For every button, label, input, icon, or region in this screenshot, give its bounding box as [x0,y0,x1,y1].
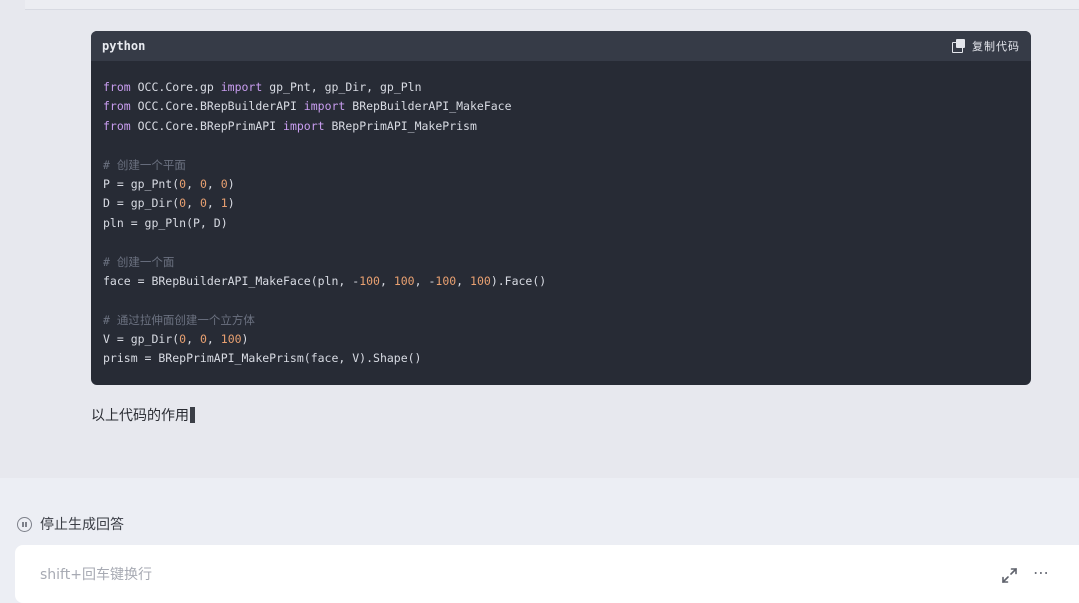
code-language-label: python [102,39,146,53]
expand-icon[interactable] [1001,567,1018,584]
code-token: BRepBuilderAPI_MakeFace [345,99,512,114]
previous-message-edge [25,0,1079,10]
code-token: pln = gp_Pln(P, D) [103,215,228,230]
code-token: OCC.Core.gp [130,80,221,94]
copy-code-button[interactable]: 复制代码 [952,38,1020,54]
code-token: P = gp_Pnt( [103,176,180,191]
code-token: prism = BRepPrimAPI_MakePrism(face, V).S… [103,351,422,366]
code-block: python 复制代码 from OCC.Core.gp import gp_P… [91,31,1031,385]
code-token: # 通过拉伸面创建一个立方体 [103,312,255,327]
code-line: V = gp_Dir(0, 0, 100) [103,330,1019,349]
stop-generating-button[interactable]: 停止生成回答 [17,514,124,534]
code-token: , [456,273,471,288]
code-token: 0 [220,176,228,191]
code-content: from OCC.Core.gp import gp_Pnt, gp_Dir, … [91,61,1031,385]
stop-icon [17,516,32,532]
user-message: 以上代码的作用 [91,405,195,425]
code-line: face = BRepBuilderAPI_MakeFace(pln, -100… [103,272,1019,291]
code-token: 100 [359,273,380,288]
code-token: , [186,332,200,347]
code-block-header: python 复制代码 [91,31,1031,61]
code-token: from [103,118,131,133]
code-token: gp_Pnt, gp_Dir, gp_Pln [262,80,422,94]
user-message-text: 以上代码的作用 [91,408,189,424]
code-token: ) [227,176,235,191]
code-token: import [283,118,325,133]
code-token: 0 [199,196,207,211]
code-token: # 创建一个面 [103,254,175,269]
code-token: 100 [220,332,242,347]
code-token: import [303,99,346,114]
code-token: ) [241,332,249,347]
code-token: from [103,99,131,114]
code-token: , [186,176,200,191]
more-icon[interactable]: ⋯ [1033,563,1050,582]
copy-icon [952,39,966,53]
code-token: import [220,80,263,94]
chat-input[interactable] [40,565,940,585]
code-line: from OCC.Core.gp import gp_Pnt, gp_Dir, … [103,78,1019,97]
code-token: ) [227,196,235,211]
code-line: pln = gp_Pln(P, D) [103,214,1019,233]
code-token: , [186,196,200,211]
code-token: 1 [220,196,228,211]
code-token: , - [414,273,436,288]
code-token: from [103,80,131,94]
code-line: # 创建一个平面 [103,156,1019,175]
code-token: ).Face() [490,273,547,288]
code-token: 100 [393,273,415,288]
code-line: D = gp_Dir(0, 0, 1) [103,194,1019,213]
code-token: D = gp_Dir( [103,196,180,211]
code-token: , [379,273,394,288]
chat-input-box: ⋯ [15,545,1079,603]
code-token: 0 [199,176,207,191]
code-token: , [206,176,221,191]
code-line: from OCC.Core.BRepBuilderAPI import BRep… [103,97,1019,116]
code-token: 100 [435,273,457,288]
code-token: , [206,332,221,347]
code-line: # 创建一个面 [103,253,1019,272]
code-token: , [206,196,221,211]
code-line: P = gp_Pnt(0, 0, 0) [103,175,1019,194]
code-line: # 通过拉伸面创建一个立方体 [103,311,1019,330]
code-token: face = BRepBuilderAPI_MakeFace(pln, - [103,273,360,288]
text-cursor [190,407,195,423]
code-token: 0 [199,332,207,347]
stop-generating-label: 停止生成回答 [40,517,124,533]
code-line: from OCC.Core.BRepPrimAPI import BRepPri… [103,117,1019,136]
code-token: 100 [470,273,491,288]
code-token: BRepPrimAPI_MakePrism [324,118,477,133]
code-line: prism = BRepPrimAPI_MakePrism(face, V).S… [103,349,1019,368]
code-token: # 创建一个平面 [103,157,186,172]
code-token: V = gp_Dir( [103,332,180,347]
code-token: OCC.Core.BRepPrimAPI [130,118,284,133]
copy-code-label: 复制代码 [972,40,1020,53]
code-token: OCC.Core.BRepBuilderAPI [130,99,304,114]
